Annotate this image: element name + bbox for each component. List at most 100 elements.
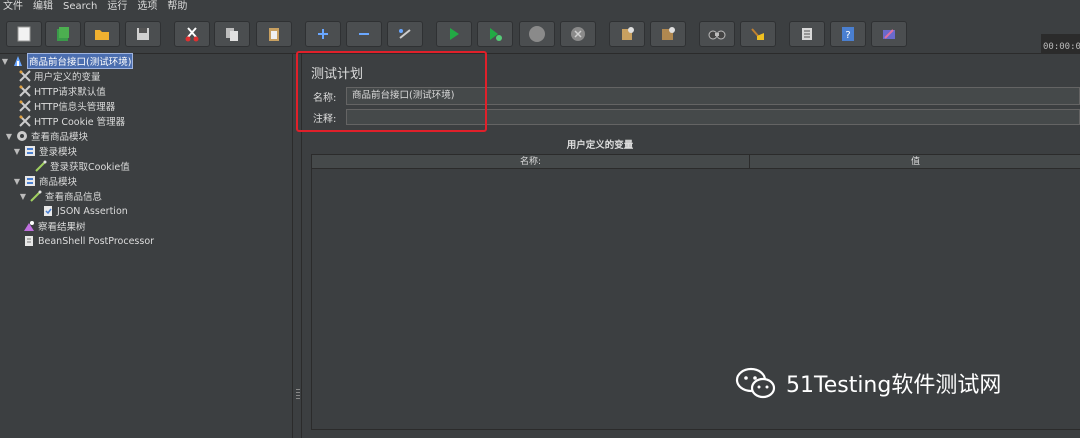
- user-vars-title: 用户定义的变量: [566, 140, 634, 151]
- tree-node-login-cookie[interactable]: 登录获取Cookie值: [24, 159, 130, 173]
- tree-node-test-plan[interactable]: ▼ 商品前台接口(测试环境): [1, 53, 134, 69]
- start-icon: [450, 28, 459, 40]
- tree-node-label: JSON Assertion: [57, 205, 128, 217]
- name-label: 名称:: [313, 93, 337, 104]
- new-button[interactable]: [6, 21, 42, 47]
- listener-icon: [23, 220, 35, 232]
- save-button[interactable]: [125, 21, 161, 47]
- collapse-all-button[interactable]: [346, 21, 382, 47]
- tree-expand-toggle[interactable]: ▼: [1, 57, 9, 66]
- remote-icon: [883, 29, 895, 39]
- tree-node-label: HTTP请求默认值: [34, 87, 106, 98]
- watermark: 51Testing软件测试网: [734, 365, 1001, 401]
- menu-bar: 文件 编辑 Search 运行 选项 帮助: [0, 0, 1080, 14]
- stop-button[interactable]: [519, 21, 555, 47]
- menu-file[interactable]: 文件: [3, 0, 23, 14]
- tree-node-product-module[interactable]: ▼ 商品模块: [13, 174, 77, 188]
- templates-button[interactable]: [45, 21, 81, 47]
- column-header-name[interactable]: 名称:: [312, 155, 750, 169]
- cut-button[interactable]: [174, 21, 210, 47]
- stop-icon: [529, 26, 545, 42]
- tree-node-label: 查看商品模块: [31, 132, 89, 143]
- start-no-pauses-button[interactable]: [477, 21, 513, 47]
- function-helper-button[interactable]: [789, 21, 825, 47]
- reset-search-icon: [751, 28, 764, 40]
- tree-node-label: 用户定义的变量: [34, 72, 101, 83]
- open-icon: [95, 30, 109, 40]
- tree-node-label: BeanShell PostProcessor: [38, 235, 155, 247]
- function-helper-icon: [802, 28, 812, 40]
- tree-node-beanshell[interactable]: BeanShell PostProcessor: [12, 234, 154, 248]
- tree-node-cookie-manager[interactable]: HTTP Cookie 管理器: [8, 114, 125, 128]
- clear-button[interactable]: [609, 21, 645, 47]
- tree-node-label: 登录获取Cookie值: [50, 162, 130, 173]
- config-icon: [19, 100, 31, 112]
- tree-node-label: 商品模块: [39, 177, 78, 188]
- menu-options[interactable]: 选项: [137, 0, 157, 14]
- tree-node-json-assertion[interactable]: JSON Assertion: [31, 204, 128, 218]
- tree-node-label: HTTP Cookie 管理器: [34, 117, 126, 128]
- clear-all-icon: [662, 27, 675, 40]
- clear-all-button[interactable]: [650, 21, 686, 47]
- collapse-icon: [359, 33, 369, 35]
- paste-button[interactable]: [256, 21, 292, 47]
- remote-button[interactable]: [871, 21, 907, 47]
- copy-icon: [226, 28, 238, 41]
- menu-edit[interactable]: 编辑: [33, 0, 53, 14]
- comment-field[interactable]: [346, 109, 1080, 125]
- config-icon: [19, 115, 31, 127]
- test-plan-tree: ▼ 商品前台接口(测试环境) 用户定义的变量 HTTP请求默认值 HTTP信息头…: [0, 53, 293, 438]
- tree-node-header-manager[interactable]: HTTP信息头管理器: [8, 99, 115, 113]
- reset-search-button[interactable]: [740, 21, 776, 47]
- tree-node-user-vars[interactable]: 用户定义的变量: [8, 69, 101, 83]
- search-icon: [708, 30, 726, 40]
- watermark-text: 51Testing软件测试网: [786, 373, 1002, 398]
- split-pane-divider[interactable]: [294, 54, 302, 438]
- postprocessor-icon: [23, 235, 35, 247]
- toggle-button[interactable]: [387, 21, 423, 47]
- help-icon: ?: [842, 27, 854, 41]
- shutdown-icon: [571, 27, 585, 41]
- tree-node-result-tree[interactable]: 察看结果树: [12, 219, 86, 233]
- start-button[interactable]: [436, 21, 472, 47]
- tree-node-label: HTTP信息头管理器: [34, 102, 116, 113]
- shutdown-button[interactable]: [560, 21, 596, 47]
- help-button[interactable]: ?: [830, 21, 866, 47]
- tree-node-thread-group[interactable]: ▼ 查看商品模块: [5, 129, 88, 143]
- clear-icon: [622, 27, 634, 40]
- wechat-icon: [735, 367, 776, 399]
- toggle-icon: [399, 29, 411, 39]
- cut-icon: [185, 27, 199, 42]
- controller-icon: [24, 145, 36, 157]
- menu-help[interactable]: 帮助: [167, 0, 187, 14]
- tree-expand-toggle[interactable]: ▼: [5, 132, 13, 141]
- tree-node-http-defaults[interactable]: HTTP请求默认值: [8, 84, 106, 98]
- column-header-value[interactable]: 值: [750, 155, 1080, 169]
- menu-search[interactable]: Search: [63, 0, 97, 14]
- config-icon: [19, 85, 31, 97]
- tree-node-login-module[interactable]: ▼ 登录模块: [13, 144, 77, 158]
- test-plan-icon: [12, 55, 24, 67]
- expand-icon: [318, 29, 328, 39]
- config-icon: [19, 70, 31, 82]
- splitter-grip[interactable]: [296, 389, 300, 399]
- comment-label: 注释:: [313, 114, 337, 125]
- tree-expand-toggle[interactable]: ▼: [13, 177, 21, 186]
- toolbar: ? 00:00:00: [0, 14, 1080, 60]
- open-button[interactable]: [84, 21, 120, 47]
- tree-node-label: 商品前台接口(测试环境): [27, 53, 134, 69]
- svg-text:?: ?: [845, 30, 850, 41]
- expand-all-button[interactable]: [305, 21, 341, 47]
- copy-button[interactable]: [214, 21, 250, 47]
- assertion-icon: [42, 205, 54, 217]
- start-no-pauses-icon: [490, 28, 502, 41]
- tree-expand-toggle[interactable]: ▼: [19, 192, 27, 201]
- tree-node-label: 登录模块: [39, 147, 78, 158]
- search-button[interactable]: [699, 21, 735, 47]
- name-field[interactable]: 商品前台接口(测试环境): [346, 87, 1080, 105]
- tree-node-label: 察看结果树: [38, 222, 86, 233]
- sampler-icon: [30, 190, 42, 202]
- tree-expand-toggle[interactable]: ▼: [13, 147, 21, 156]
- tree-node-view-product[interactable]: ▼ 查看商品信息: [19, 189, 102, 203]
- menu-run[interactable]: 运行: [107, 0, 127, 14]
